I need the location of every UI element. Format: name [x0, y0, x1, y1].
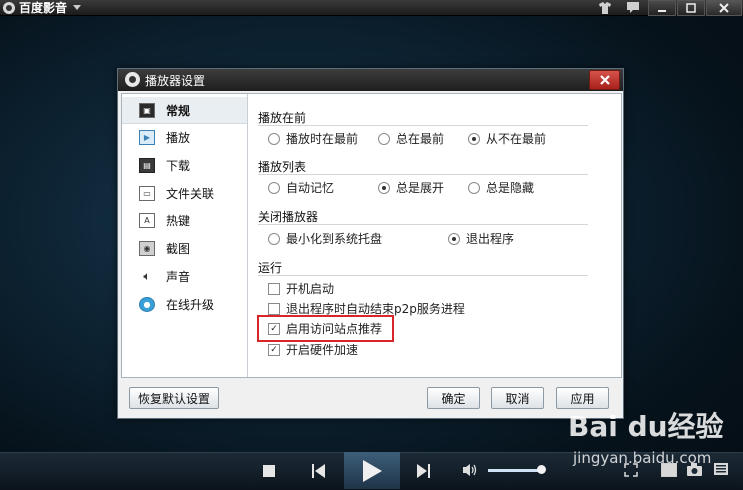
dialog-title-bar[interactable]: 播放器设置	[118, 69, 623, 91]
volume-fill	[488, 469, 540, 472]
nav-item-sound[interactable]: 🔈︎ 声音	[122, 263, 247, 289]
nav-label: 截图	[166, 241, 191, 256]
nav-item-hotkey[interactable]: A 热键	[122, 207, 247, 233]
volume-slider[interactable]	[488, 469, 542, 472]
section-title-close-player: 关闭播放器	[258, 210, 319, 224]
volume-icon[interactable]	[462, 463, 478, 477]
divider	[258, 275, 588, 276]
checkbox[interactable]	[268, 302, 280, 315]
film-reel-icon	[125, 72, 140, 87]
app-menu[interactable]: 百度影音	[3, 0, 82, 15]
chevron-down-icon	[73, 5, 82, 10]
settings-nav: ▣ 常规 ▶ 播放 ▤ 下载 ▭ 文件关联 A 热键 ◉ 截图 🔈︎ 声音 ● …	[122, 94, 248, 377]
dialog-title: 播放器设置	[145, 74, 206, 88]
app-logo-icon	[3, 1, 15, 14]
radio-label: 总在最前	[396, 132, 445, 146]
baidu-jingyan-watermark: Bai du经验 jingyan.baidu.com	[568, 405, 738, 475]
nav-label: 播放	[166, 130, 191, 145]
play-icon[interactable]	[363, 460, 382, 482]
highlight-box	[257, 315, 394, 342]
radio-close-player-0[interactable]: 最小化到系统托盘	[268, 230, 382, 247]
radio-play-front-1[interactable]: 总在最前	[378, 130, 444, 147]
check-hardware-accel[interactable]: ✓ 开启硬件加速	[268, 341, 358, 358]
nav-label: 下载	[166, 158, 191, 173]
minimize-button[interactable]	[648, 0, 676, 16]
section-title-run: 运行	[258, 261, 283, 275]
radio-label: 播放时在最前	[286, 132, 359, 146]
checkbox[interactable]: ✓	[268, 343, 280, 356]
checkbox-label: 开启硬件加速	[286, 343, 359, 357]
screenshot-icon: ◉	[139, 240, 155, 256]
play-icon: ▶	[139, 129, 155, 145]
radio-button[interactable]	[268, 132, 280, 145]
app-name: 百度影音	[19, 1, 68, 15]
nav-item-play[interactable]: ▶ 播放	[122, 124, 247, 150]
message-icon[interactable]	[624, 0, 642, 15]
radio-label: 从不在最前	[486, 132, 547, 146]
watermark-main: Bai du经验	[568, 410, 724, 443]
radio-playlist-1[interactable]: 总是展开	[378, 179, 444, 196]
nav-item-online-upgrade[interactable]: ● 在线升级	[122, 291, 247, 317]
divider	[258, 174, 588, 175]
nav-label: 热键	[166, 213, 191, 228]
radio-label: 退出程序	[466, 232, 515, 246]
checkbox[interactable]	[268, 282, 280, 295]
nav-label: 在线升级	[166, 297, 215, 312]
divider	[258, 224, 588, 225]
nav-label: 常规	[166, 103, 191, 118]
nav-item-screenshot[interactable]: ◉ 截图	[122, 235, 247, 261]
nav-label: 文件关联	[166, 186, 215, 201]
nav-label: 声音	[166, 269, 191, 284]
ok-button[interactable]: 确定	[427, 387, 480, 409]
radio-playlist-2[interactable]: 总是隐藏	[468, 179, 534, 196]
radio-button[interactable]	[378, 132, 390, 145]
hotkey-icon: A	[139, 212, 155, 228]
download-icon: ▤	[139, 157, 155, 173]
volume-knob[interactable]	[537, 465, 546, 474]
file-association-icon: ▭	[139, 185, 155, 201]
radio-label: 自动记忆	[286, 181, 335, 195]
radio-label: 总是隐藏	[486, 181, 535, 195]
player-title-bar: 百度影音	[0, 0, 743, 16]
stop-button[interactable]	[263, 465, 275, 477]
nav-item-general[interactable]: ▣ 常规	[122, 97, 247, 124]
section-title-playlist: 播放列表	[258, 160, 307, 174]
divider	[258, 125, 588, 126]
radio-button[interactable]	[268, 181, 280, 194]
radio-button[interactable]	[468, 132, 480, 145]
skin-icon[interactable]	[596, 0, 614, 15]
restore-default-button[interactable]: 恢复默认设置	[129, 387, 219, 409]
radio-play-front-2[interactable]: 从不在最前	[468, 130, 546, 147]
section-title-play-front: 播放在前	[258, 111, 307, 125]
check-autostart[interactable]: 开机启动	[268, 280, 334, 297]
cancel-button[interactable]: 取消	[491, 387, 544, 409]
sound-icon: 🔈︎	[139, 268, 155, 284]
radio-button[interactable]	[468, 181, 480, 194]
previous-button[interactable]	[312, 464, 326, 478]
radio-button[interactable]	[268, 232, 280, 245]
radio-playlist-0[interactable]: 自动记忆	[268, 179, 334, 196]
radio-button[interactable]	[378, 181, 390, 194]
watermark-url: jingyan.baidu.com	[573, 449, 712, 467]
radio-label: 最小化到系统托盘	[286, 232, 383, 246]
online-upgrade-icon: ●	[139, 296, 155, 312]
general-icon: ▣	[139, 102, 155, 118]
next-button[interactable]	[416, 464, 430, 478]
dialog-close-button[interactable]	[589, 70, 620, 90]
nav-item-download[interactable]: ▤ 下载	[122, 152, 247, 178]
radio-label: 总是展开	[396, 181, 445, 195]
window-close-button[interactable]	[706, 0, 742, 16]
maximize-button[interactable]	[677, 0, 705, 16]
checkbox-label: 开机启动	[286, 282, 335, 296]
radio-play-front-0[interactable]: 播放时在最前	[268, 130, 358, 147]
nav-item-file-association[interactable]: ▭ 文件关联	[122, 180, 247, 206]
radio-close-player-1[interactable]: 退出程序	[448, 230, 514, 247]
radio-button[interactable]	[448, 232, 460, 245]
